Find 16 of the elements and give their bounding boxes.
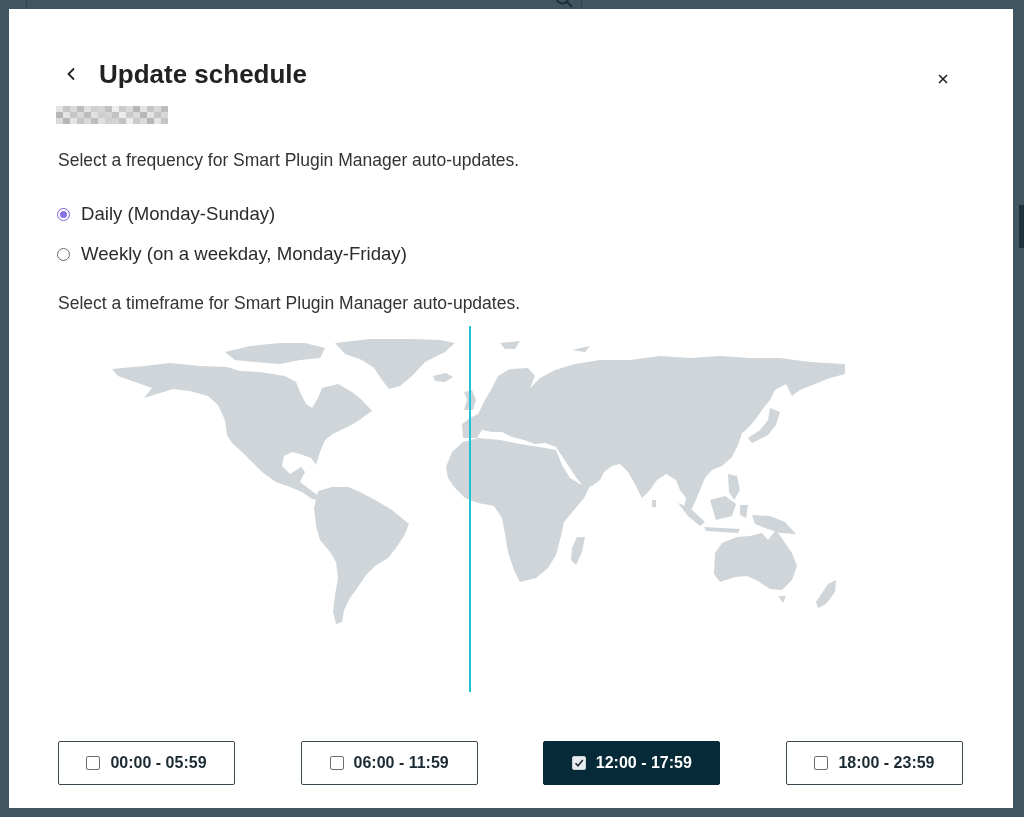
time-slot-button[interactable]: 06:00 - 11:59 (300, 741, 478, 785)
radio-button[interactable] (57, 247, 70, 261)
background-block (1019, 205, 1024, 248)
close-icon (938, 74, 948, 84)
radio-label[interactable]: Weekly (on a weekday, Monday-Friday) (81, 241, 407, 267)
dialog-title: Update schedule (99, 58, 308, 90)
time-slot-button[interactable]: 18:00 - 23:59 (785, 741, 963, 785)
close-button[interactable] (938, 74, 948, 84)
time-slot-button[interactable]: 12:00 - 17:59 (543, 741, 721, 785)
back-button[interactable] (66, 67, 76, 81)
frequency-prompt: Select a frequency for Smart Plugin Manager auto-updates. (58, 149, 520, 172)
time-slot-button[interactable]: 00:00 - 05:59 (58, 741, 235, 785)
radio-button[interactable] (57, 207, 70, 221)
chevron-left-icon (66, 67, 76, 81)
radio-label[interactable]: Daily (Monday-Sunday) (81, 201, 276, 227)
timeframe-prompt: Select a timeframe for Smart Plugin Manager auto-updates. (58, 292, 521, 315)
